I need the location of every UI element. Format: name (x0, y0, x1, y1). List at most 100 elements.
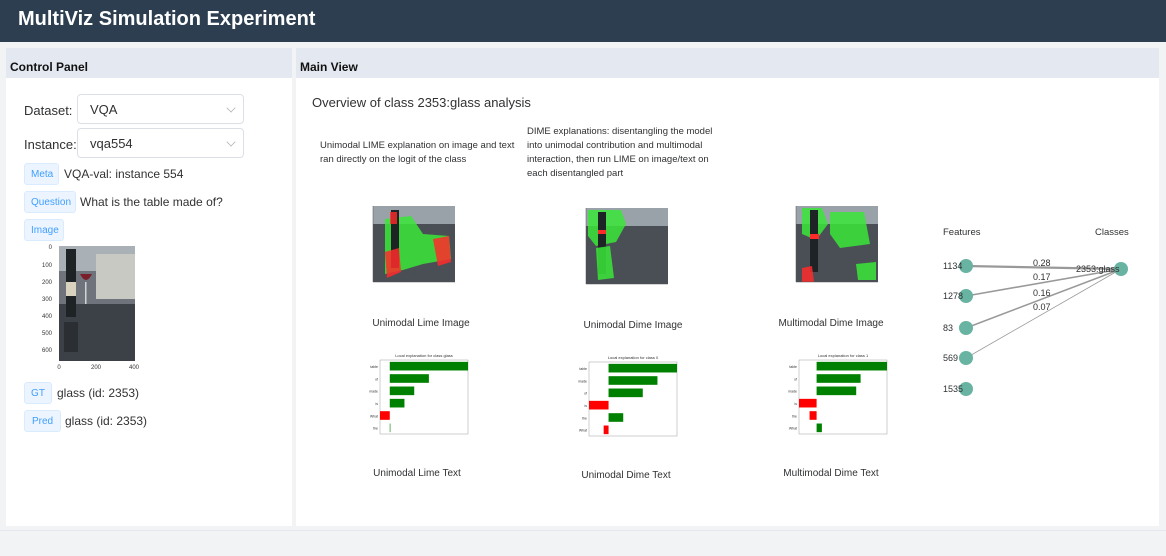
text-weight-bar (608, 388, 643, 398)
unimodal-dime-image (585, 208, 668, 285)
unimodal-lime-text-chart: Local explanation for class glass table of… (369, 353, 469, 435)
word-tick-label: is (584, 404, 587, 408)
chart-title: Local explanation for class 0 (608, 355, 659, 360)
app-header: MultiViz Simulation Experiment (0, 0, 1166, 42)
edge-weight-label: 0.28 (1033, 258, 1051, 268)
dataset-select[interactable]: VQA (77, 94, 244, 124)
text-weight-bar (389, 423, 391, 433)
y-tick: 200 (42, 280, 53, 286)
text-weight-bar (816, 374, 861, 383)
y-tick: 400 (42, 314, 53, 320)
meta-value: VQA-val: instance 554 (64, 167, 184, 181)
word-tick-label: made (578, 379, 587, 383)
question-value: What is the table made of? (80, 195, 223, 209)
gt-value: glass (id: 2353) (57, 386, 140, 400)
main-view: Main View Overview of class 2353:glass a… (296, 48, 1159, 526)
text-weight-bar (816, 423, 822, 433)
edge-weight-label: 0.17 (1033, 272, 1051, 282)
feature-node[interactable] (959, 351, 973, 365)
word-tick-label: of (584, 392, 587, 396)
feature-node-label: 1134 (943, 261, 962, 271)
text-weight-bar (389, 374, 429, 383)
word-tick-label: table (370, 365, 378, 369)
control-panel: Control Panel Dataset: VQA Instance: vqa… (6, 48, 292, 526)
classes-axis-label: Classes (1095, 227, 1129, 238)
image-tag: Image (24, 219, 64, 241)
app-title: MultiViz Simulation Experiment (18, 8, 316, 30)
meta-tag: Meta (24, 163, 59, 185)
feature-node-label: 1278 (943, 291, 963, 301)
word-tick-label: What (370, 414, 378, 418)
word-tick-label: of (794, 377, 797, 381)
feature-node-label: 1535 (943, 384, 963, 394)
text-weight-bar (389, 361, 468, 371)
gt-tag: GT (24, 382, 52, 404)
text-weight-bar (589, 400, 609, 410)
edge-weight-label: 0.16 (1033, 288, 1051, 298)
text-weight-bar (809, 411, 817, 420)
text-weight-bar (389, 386, 415, 396)
text-weight-bar (380, 411, 390, 420)
question-tag: Question (24, 191, 76, 213)
text-weight-bar (816, 386, 857, 396)
word-tick-label: made (788, 390, 797, 394)
unimodal-dime-text-chart: Local explanation for class 0 table made of… (578, 355, 678, 437)
word-tick-label: table (579, 367, 587, 371)
word-tick-label: the (582, 416, 587, 420)
features-axis-label: Features (943, 227, 981, 238)
instance-select[interactable]: vqa554 (77, 128, 244, 158)
multimodal-dime-text-label: Multimodal Dime Text (783, 468, 879, 479)
text-weight-bar (389, 398, 405, 408)
chevron-down-icon (226, 103, 236, 113)
text-weight-bar (816, 361, 887, 371)
y-tick: 100 (42, 263, 53, 269)
word-tick-label: of (375, 377, 378, 381)
feature-node-label: 569 (943, 353, 958, 363)
word-tick-label: What (789, 427, 797, 431)
dataset-label: Dataset: (24, 103, 73, 118)
feature-class-graph: Features Classes 0.28 0.17 0.16 0.07 1134 127… (943, 227, 1129, 396)
word-tick-label: the (792, 414, 797, 418)
word-tick-label: table (789, 365, 797, 369)
word-tick-label: What (579, 429, 587, 433)
chart-title: Local explanation for class 1 (818, 353, 869, 358)
word-tick-label: the (373, 427, 378, 431)
word-tick-label: is (794, 402, 797, 406)
dime-caption: DIME explanations: disentangling the mod… (527, 126, 713, 179)
y-tick: 300 (42, 297, 53, 303)
word-tick-label: is (375, 402, 378, 406)
word-tick-label: made (369, 390, 378, 394)
control-panel-header: Control Panel (6, 48, 292, 78)
x-tick: 400 (129, 365, 140, 371)
multimodal-dime-text-chart: Local explanation for class 1 table of made… (788, 353, 888, 435)
wine-photo (59, 246, 135, 361)
text-weight-bar (603, 425, 609, 435)
pred-tag: Pred (24, 410, 61, 432)
y-tick: 500 (42, 331, 53, 337)
main-view-header: Main View (296, 48, 1159, 78)
unimodal-lime-image (372, 206, 455, 283)
multimodal-dime-image (795, 206, 878, 283)
unimodal-lime-image-label: Unimodal Lime Image (372, 318, 470, 329)
instance-image-plot: 0 100 200 300 400 500 600 0 200 400 (42, 245, 140, 371)
unimodal-lime-text-label: Unimodal Lime Text (373, 468, 461, 479)
chevron-down-icon (226, 137, 236, 147)
pred-value: glass (id: 2353) (65, 414, 148, 428)
unimodal-caption: Unimodal LIME explanation on image and t… (320, 140, 515, 165)
feature-node[interactable] (959, 321, 973, 335)
text-weight-bar (608, 413, 624, 422)
unimodal-dime-image-label: Unimodal Dime Image (583, 320, 683, 331)
instance-label: Instance: (24, 137, 77, 152)
dataset-select-value: VQA (90, 102, 118, 117)
text-weight-bar (608, 363, 677, 373)
class-node-label: 2353:glass (1076, 264, 1120, 274)
instance-select-value: vqa554 (90, 136, 133, 151)
footer-bar (0, 530, 1166, 556)
edge-weight-label: 0.07 (1033, 302, 1051, 312)
chart-title: Local explanation for class glass (395, 353, 453, 358)
y-tick: 600 (42, 348, 53, 354)
text-weight-bar (608, 376, 658, 385)
overview-title: Overview of class 2353:glass analysis (312, 95, 531, 110)
feature-node-label: 83 (943, 323, 953, 333)
multimodal-dime-image-label: Multimodal Dime Image (778, 318, 884, 329)
